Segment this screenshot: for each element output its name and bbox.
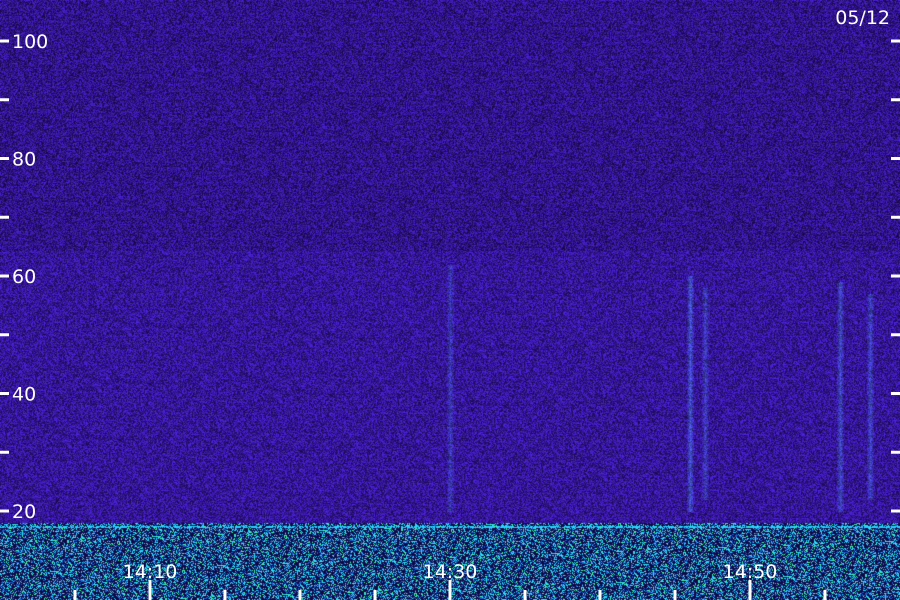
x-axis: 14:10 14:30 14:50 xyxy=(73,561,827,600)
spectrogram-chart: 20 40 60 80 100 14:10 14:30 14:50 05/12 xyxy=(0,0,900,600)
y-tick-label: 80 xyxy=(12,149,36,171)
x-tick-label: 14:10 xyxy=(123,561,178,583)
y-tick-label: 60 xyxy=(12,266,36,288)
y-tick-label: 100 xyxy=(12,31,48,53)
x-tick-label: 14:30 xyxy=(423,561,478,583)
axes-overlay: 20 40 60 80 100 14:10 14:30 14:50 05/12 xyxy=(0,7,900,600)
date-label: 05/12 xyxy=(835,7,890,29)
y-tick-label: 40 xyxy=(12,384,36,406)
x-tick-label: 14:50 xyxy=(723,561,778,583)
y-axis: 20 40 60 80 100 xyxy=(0,31,900,523)
y-tick-label: 20 xyxy=(12,501,36,523)
